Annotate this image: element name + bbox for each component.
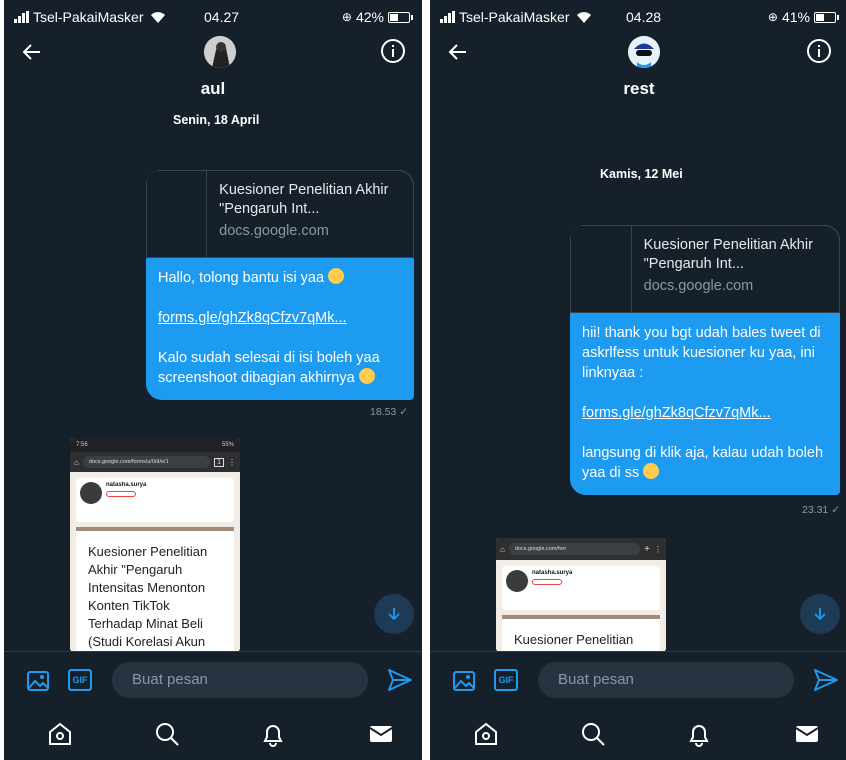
message-input[interactable]: Buat pesan: [538, 662, 794, 698]
battery-percent: 41%: [781, 9, 810, 25]
link-title: Kuesioner Penelitian Akhir "Pengaruh Int…: [219, 182, 389, 217]
battery-percent: 42%: [355, 9, 384, 25]
clock: 04.28: [626, 9, 662, 25]
rotation-lock-icon: ⊕: [767, 10, 778, 24]
message-text: Hallo, tolong bantu isi yaa: [158, 268, 402, 288]
arrow-down-icon: [388, 608, 400, 621]
avatar[interactable]: [628, 36, 660, 68]
form-title: Kuesioner Penelitian Akhir "Pengaruh Int…: [76, 531, 234, 652]
wifi-icon: [577, 12, 592, 23]
link-domain: docs.google.com: [219, 223, 329, 239]
arrow-left-icon[interactable]: [446, 40, 470, 64]
bell-icon[interactable]: [260, 721, 286, 747]
arrow-down-icon: [814, 608, 826, 621]
message-bubble[interactable]: Kuesioner Penelitian Akhir "Pengaruh Int…: [570, 225, 840, 495]
battery-icon: [388, 11, 413, 23]
info-icon[interactable]: [380, 38, 406, 64]
search-icon[interactable]: [580, 721, 606, 747]
dm-screen-left: Tsel-PakaiMasker 04.27 ⊕ 42% aul Senin, …: [4, 0, 422, 760]
info-icon[interactable]: [806, 38, 832, 64]
message-composer: GIF Buat pesan: [430, 651, 846, 707]
link-preview-card[interactable]: Kuesioner Penelitian Akhir "Pengaruh Int…: [570, 225, 840, 313]
message-timestamp: 23.31 ✓: [802, 504, 840, 516]
contact-name: aul: [200, 79, 226, 98]
form-title: Kuesioner Penelitian Akhir "Pengaruh: [502, 619, 660, 652]
avatar[interactable]: [204, 36, 236, 68]
send-icon[interactable]: [387, 668, 413, 692]
carrier-name: Tsel-PakaiMasker: [33, 9, 144, 25]
message-composer: GIF Buat pesan: [4, 651, 422, 707]
message-bubble[interactable]: Kuesioner Penelitian Akhir "Pengaruh Int…: [146, 170, 414, 400]
scroll-down-button[interactable]: [800, 594, 840, 634]
signal-icon: [440, 11, 455, 23]
message-link[interactable]: forms.gle/ghZk8qCfzv7qMk...: [158, 308, 402, 328]
image-attachment[interactable]: 7:56 55% ⌂ docs.google.com/forms/u/0/d/e/…: [70, 438, 240, 652]
message-link[interactable]: forms.gle/ghZk8qCfzv7qMk...: [582, 403, 828, 423]
date-separator: Kamis, 12 Mei: [600, 167, 683, 181]
search-icon[interactable]: [154, 721, 180, 747]
date-separator: Senin, 18 April: [173, 113, 260, 127]
status-bar: Tsel-PakaiMasker 04.27 ⊕ 42%: [4, 0, 422, 34]
image-icon[interactable]: [452, 669, 476, 693]
rotation-lock-icon: ⊕: [341, 10, 352, 24]
link-thumbnail: [147, 171, 208, 257]
home-icon[interactable]: [47, 721, 73, 747]
message-text: hii! thank you bgt udah bales tweet di a…: [582, 325, 821, 381]
home-icon[interactable]: [473, 721, 499, 747]
winking-face-emoji: [643, 463, 660, 479]
url-bar: docs.google.com/forms/u/0/d/e/1: [82, 456, 211, 468]
message-text: langsung di klik aja, kalau udah boleh y…: [582, 445, 824, 481]
image-attachment[interactable]: ⌂ docs.google.com/forr + ⋮ natasha.surya…: [496, 538, 666, 652]
mail-icon[interactable]: [368, 721, 394, 747]
message-text: Kalo sudah selesai di isi boleh yaa scre…: [158, 350, 380, 386]
message-timestamp: 18.53 ✓: [370, 406, 408, 418]
url-bar: docs.google.com/forr: [508, 543, 641, 555]
relieved-face-emoji: [328, 268, 345, 284]
signal-icon: [14, 11, 29, 23]
arrow-left-icon[interactable]: [20, 40, 44, 64]
battery-icon: [814, 11, 839, 23]
wifi-icon: [151, 12, 166, 23]
link-domain: docs.google.com: [643, 278, 754, 294]
mail-icon[interactable]: [794, 721, 820, 747]
gif-button[interactable]: GIF: [68, 669, 92, 691]
bottom-nav: [430, 707, 846, 760]
gif-button[interactable]: GIF: [494, 669, 518, 691]
status-bar: Tsel-PakaiMasker 04.28 ⊕ 41%: [430, 0, 846, 34]
image-icon[interactable]: [26, 669, 50, 693]
link-preview-card[interactable]: Kuesioner Penelitian Akhir "Pengaruh Int…: [146, 170, 414, 258]
carrier-name: Tsel-PakaiMasker: [459, 9, 570, 25]
clock: 04.27: [204, 9, 240, 25]
dm-screen-right: Tsel-PakaiMasker 04.28 ⊕ 41% rest Kamis,…: [430, 0, 846, 760]
winking-face-emoji: [358, 368, 375, 384]
link-title: Kuesioner Penelitian Akhir "Pengaruh Int…: [643, 237, 813, 272]
bottom-nav: [4, 707, 422, 760]
send-icon[interactable]: [813, 668, 839, 692]
message-input[interactable]: Buat pesan: [112, 662, 368, 698]
link-thumbnail: [571, 226, 632, 312]
scroll-down-button[interactable]: [374, 594, 414, 634]
bell-icon[interactable]: [686, 721, 712, 747]
contact-name: rest: [623, 79, 655, 98]
